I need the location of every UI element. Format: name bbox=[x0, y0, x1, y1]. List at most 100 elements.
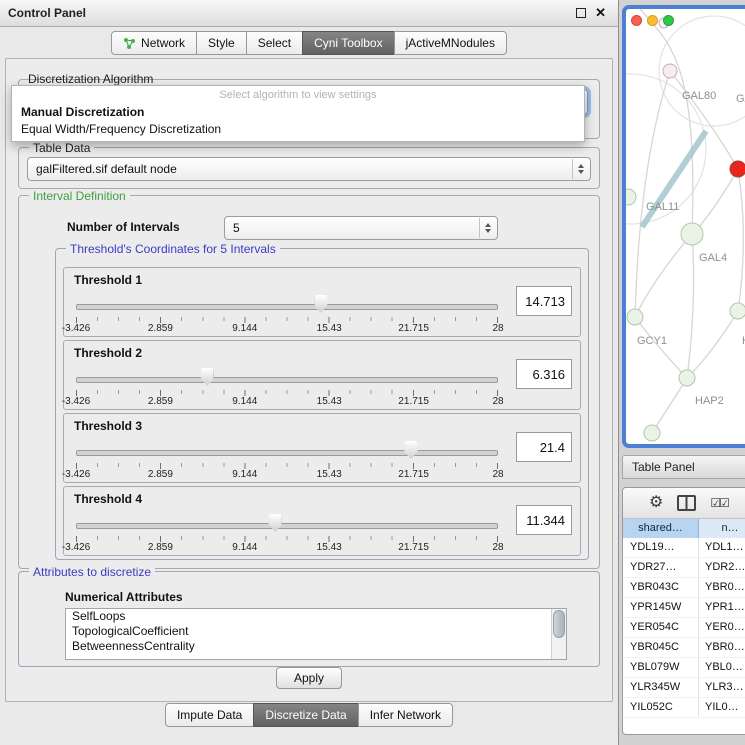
node-circle[interactable] bbox=[626, 189, 636, 205]
close-traffic-light-icon[interactable] bbox=[631, 15, 642, 26]
slider-track[interactable] bbox=[76, 377, 498, 383]
edge[interactable] bbox=[738, 169, 743, 311]
zoom-traffic-light-icon[interactable] bbox=[663, 15, 674, 26]
table-row[interactable]: YER054CYER0… bbox=[623, 618, 745, 638]
table-cell[interactable]: YLR3… bbox=[699, 678, 745, 697]
threshold-2-value-field[interactable]: 6.316 bbox=[516, 359, 572, 389]
selected-node-circle[interactable] bbox=[730, 161, 745, 177]
table-cell[interactable]: YDR2… bbox=[699, 558, 745, 577]
table-cell[interactable]: YER0… bbox=[699, 618, 745, 637]
cyni-toolbox-panel: Discretization Algorithm Select algorith… bbox=[5, 58, 613, 702]
network-graph-canvas[interactable]: GAL80 GA GAL11 GAL4 GCY1 H HAP2 bbox=[626, 9, 745, 444]
slider-track[interactable] bbox=[76, 304, 498, 310]
threshold-4-value-field[interactable]: 11.344 bbox=[516, 505, 572, 535]
node-circle[interactable] bbox=[663, 64, 677, 78]
table-row[interactable]: YLR345WYLR3… bbox=[623, 678, 745, 698]
node-circle[interactable] bbox=[644, 425, 660, 441]
list-item[interactable]: BetweennessCentrality bbox=[66, 639, 566, 654]
columns-icon[interactable] bbox=[677, 495, 696, 511]
table-cell[interactable]: YBR0… bbox=[699, 578, 745, 597]
slider-thumb[interactable] bbox=[314, 295, 327, 313]
tab-select[interactable]: Select bbox=[246, 31, 303, 55]
list-scrollbar[interactable] bbox=[551, 609, 566, 659]
edge[interactable] bbox=[694, 169, 738, 233]
table-row[interactable]: YPR145WYPR1… bbox=[623, 598, 745, 618]
minimize-traffic-light-icon[interactable] bbox=[647, 15, 658, 26]
scrollbar-thumb[interactable] bbox=[553, 610, 565, 638]
tick-label: 21.715 bbox=[398, 469, 429, 480]
node-circle[interactable] bbox=[730, 303, 745, 319]
node-circle[interactable] bbox=[681, 223, 703, 245]
threshold-2-slider[interactable]: -3.4262.8599.14415.4321.71528 bbox=[76, 365, 500, 407]
table-row[interactable]: YDR27…YDR2… bbox=[623, 558, 745, 578]
slider-thumb[interactable] bbox=[404, 441, 417, 459]
threshold-4-slider[interactable]: -3.4262.8599.14415.4321.71528 bbox=[76, 511, 500, 553]
node-label: GAL4 bbox=[699, 252, 727, 264]
tab-jactivemnodules[interactable]: jActiveMNodules bbox=[394, 31, 507, 55]
tab-label: Cyni Toolbox bbox=[314, 32, 382, 54]
close-icon[interactable]: ✕ bbox=[595, 8, 606, 18]
slider-track[interactable] bbox=[76, 523, 498, 529]
threshold-1-slider[interactable]: -3.4262.8599.14415.4321.71528 bbox=[76, 292, 500, 334]
slider-track[interactable] bbox=[76, 450, 498, 456]
number-of-intervals-combobox[interactable]: 5 bbox=[224, 216, 498, 240]
edge[interactable] bbox=[635, 234, 692, 317]
tab-network[interactable]: Network bbox=[111, 31, 197, 55]
threshold-3-slider[interactable]: -3.4262.8599.14415.4321.71528 bbox=[76, 438, 500, 480]
table-cell[interactable]: YBL079W bbox=[623, 658, 699, 677]
edge[interactable] bbox=[687, 311, 738, 378]
table-cell[interactable]: YBR045C bbox=[623, 638, 699, 657]
table-data-value: galFiltered.sif default node bbox=[36, 158, 177, 180]
threshold-3-value-field[interactable]: 21.4 bbox=[516, 432, 572, 462]
table-cell[interactable]: YPR145W bbox=[623, 598, 699, 617]
tab-style[interactable]: Style bbox=[196, 31, 247, 55]
column-header-name[interactable]: n… bbox=[699, 519, 745, 538]
select-all-checkboxes-icon[interactable]: ☑☑ bbox=[710, 496, 728, 510]
table-row[interactable]: YBR043CYBR0… bbox=[623, 578, 745, 598]
dropdown-option-equal-width-frequency[interactable]: Equal Width/Frequency Discretization bbox=[12, 121, 584, 138]
table-row[interactable]: YBL079WYBL0… bbox=[623, 658, 745, 678]
threshold-1-value-field[interactable]: 14.713 bbox=[516, 286, 572, 316]
apply-button[interactable]: Apply bbox=[276, 667, 342, 689]
table-cell[interactable]: YBR043C bbox=[623, 578, 699, 597]
table-cell[interactable]: YPR1… bbox=[699, 598, 745, 617]
tab-impute-data[interactable]: Impute Data bbox=[165, 703, 254, 727]
table-cell[interactable]: YDL1… bbox=[699, 538, 745, 557]
control-panel-window: Control Panel ✕ Network Style Select Cyn… bbox=[0, 0, 619, 745]
table-cell[interactable]: YDL19… bbox=[623, 538, 699, 557]
slider-thumb[interactable] bbox=[269, 514, 282, 532]
tick-label: 21.715 bbox=[398, 323, 429, 334]
right-panel: GAL80 GA GAL11 GAL4 GCY1 H HAP2 Table Pa… bbox=[619, 0, 745, 745]
node-circle[interactable] bbox=[627, 309, 643, 325]
column-header-shared-name[interactable]: shared… bbox=[623, 519, 699, 538]
table-cell[interactable]: YIL052C bbox=[623, 698, 699, 717]
node-circle[interactable] bbox=[679, 370, 695, 386]
table-row[interactable]: YBR045CYBR0… bbox=[623, 638, 745, 658]
tab-label: Infer Network bbox=[370, 704, 441, 726]
table-cell[interactable]: YDR27… bbox=[623, 558, 699, 577]
table-row[interactable]: YDL19…YDL1… bbox=[623, 538, 745, 558]
list-item[interactable]: TopologicalCoefficient bbox=[66, 624, 566, 639]
dropdown-option-manual-discretization[interactable]: Manual Discretization bbox=[12, 104, 584, 121]
tab-discretize-data[interactable]: Discretize Data bbox=[253, 703, 358, 727]
tick-label: -3.426 bbox=[62, 542, 90, 553]
edge[interactable] bbox=[635, 317, 687, 378]
table-cell[interactable]: YLR345W bbox=[623, 678, 699, 697]
gear-icon[interactable]: ⚙ bbox=[649, 495, 663, 511]
edge[interactable] bbox=[687, 234, 694, 378]
tab-cyni-toolbox[interactable]: Cyni Toolbox bbox=[302, 31, 394, 55]
table-cell[interactable]: YBL0… bbox=[699, 658, 745, 677]
edge[interactable] bbox=[652, 378, 687, 433]
tab-infer-network[interactable]: Infer Network bbox=[358, 703, 453, 727]
table-row[interactable]: YIL052CYIL0… bbox=[623, 698, 745, 718]
table-data-combobox[interactable]: galFiltered.sif default node bbox=[27, 157, 591, 181]
table-cell[interactable]: YBR0… bbox=[699, 638, 745, 657]
tick-label: 2.859 bbox=[148, 469, 173, 480]
table-cell[interactable]: YIL0… bbox=[699, 698, 745, 717]
edge[interactable] bbox=[670, 71, 738, 169]
table-cell[interactable]: YER054C bbox=[623, 618, 699, 637]
list-item[interactable]: SelfLoops bbox=[66, 609, 566, 624]
slider-thumb[interactable] bbox=[201, 368, 214, 386]
float-window-icon[interactable] bbox=[576, 8, 586, 18]
table-data-group: Table Data galFiltered.sif default node bbox=[18, 147, 600, 189]
